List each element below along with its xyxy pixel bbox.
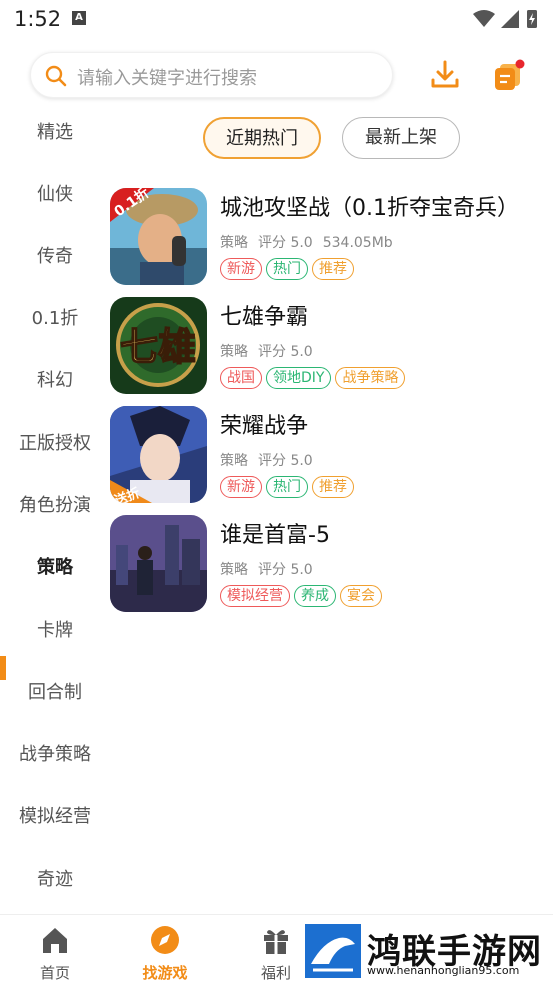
game-tag: 热门 (266, 476, 308, 498)
nav-find-games[interactable]: 找游戏 (110, 915, 220, 984)
game-tag: 宴会 (340, 585, 382, 607)
tab-recent-hot[interactable]: 近期热门 (203, 117, 321, 159)
watermark-url: www.henanhonglian95.com (367, 964, 520, 977)
game-icon: 0.1折 (110, 188, 207, 285)
compass-icon (151, 926, 179, 954)
game-tag: 推荐 (312, 476, 354, 498)
status-bar: 1:52 A (0, 0, 553, 38)
game-rating: 评分 5.0 (258, 235, 313, 251)
game-tag: 模拟经营 (220, 585, 290, 607)
game-tag: 推荐 (312, 258, 354, 280)
game-tag: 热门 (266, 258, 308, 280)
game-icon-badge: 七雄 (120, 324, 196, 369)
game-size: 534.05Mb (322, 235, 393, 251)
nav-find-games-label: 找游戏 (142, 964, 188, 982)
game-tags: 模拟经营 养成 宴会 (220, 585, 386, 607)
game-meta: 策略 评分 5.0 (220, 450, 323, 470)
game-tags: 新游 热门 推荐 (220, 476, 358, 498)
game-category: 策略 (220, 235, 248, 251)
sidebar-item-war-strategy[interactable]: 战争策略 (0, 724, 110, 786)
game-meta: 策略 评分 5.0 534.05Mb (220, 232, 403, 252)
sidebar-item-licensed[interactable]: 正版授权 (0, 413, 110, 475)
message-icon[interactable] (491, 58, 525, 94)
game-tag: 养成 (294, 585, 336, 607)
game-title: 谁是首富-5 (220, 523, 330, 548)
tab-new-release[interactable]: 最新上架 (342, 117, 460, 159)
game-rating: 评分 5.0 (258, 344, 313, 360)
download-icon[interactable] (428, 58, 462, 92)
sidebar-item-turn-based[interactable]: 回合制 (0, 662, 110, 724)
game-rating: 评分 5.0 (258, 562, 313, 578)
game-rating: 评分 5.0 (258, 453, 313, 469)
game-list-item[interactable]: 0.1折 城池攻坚战（0.1折夺宝奇兵） 策略 评分 5.0 534.05Mb 新游… (110, 188, 550, 288)
sidebar-item-jingxuan[interactable]: 精选 (0, 102, 110, 164)
game-tag: 领地DIY (266, 367, 332, 389)
sidebar-item-rpg[interactable]: 角色扮演 (0, 475, 110, 537)
game-title: 城池攻坚战（0.1折夺宝奇兵） (220, 196, 519, 221)
search-placeholder: 请输入关键字进行搜索 (77, 68, 257, 89)
sidebar-item-miracle[interactable]: 奇迹 (0, 849, 110, 911)
gift-icon (264, 930, 288, 954)
nav-home-label: 首页 (39, 964, 70, 982)
watermark-logo (305, 924, 361, 978)
game-category: 策略 (220, 562, 248, 578)
game-icon: 送折 (110, 406, 207, 503)
signal-battery-icon (473, 10, 537, 28)
game-icon: 七雄 (110, 297, 207, 394)
game-tags: 战国 领地DIY 战争策略 (220, 367, 409, 389)
notification-icon: A (72, 11, 86, 25)
game-list-item[interactable]: 七雄 七雄争霸 策略 评分 5.0 战国 领地DIY 战争策略 (110, 297, 550, 397)
sidebar-item-scifi[interactable]: 科幻 (0, 350, 110, 412)
sidebar-item-chuanqi[interactable]: 传奇 (0, 226, 110, 288)
sidebar-item-discount[interactable]: 0.1折 (0, 288, 110, 350)
status-time: 1:52 (14, 7, 62, 31)
game-title: 荣耀战争 (220, 414, 309, 439)
sidebar-item-simulation[interactable]: 模拟经营 (0, 786, 110, 848)
game-tag: 新游 (220, 476, 262, 498)
game-tag: 新游 (220, 258, 262, 280)
game-list-item[interactable]: 送折 荣耀战争 策略 评分 5.0 新游 热门 推荐 (110, 406, 550, 506)
search-input[interactable]: 请输入关键字进行搜索 (30, 52, 393, 98)
category-sidebar: 精选 仙侠 传奇 0.1折 科幻 正版授权 角色扮演 策略 卡牌 回合制 战争策… (0, 100, 110, 912)
sidebar-item-xianxia[interactable]: 仙侠 (0, 164, 110, 226)
game-meta: 策略 评分 5.0 (220, 341, 323, 361)
search-icon (45, 65, 67, 87)
nav-home[interactable]: 首页 (0, 915, 110, 984)
game-tags: 新游 热门 推荐 (220, 258, 358, 280)
game-tag: 战争策略 (335, 367, 406, 389)
sidebar-item-strategy[interactable]: 策略 (0, 537, 110, 599)
sidebar-item-card[interactable]: 卡牌 (0, 600, 110, 662)
game-list-item[interactable]: 谁是首富-5 策略 评分 5.0 模拟经营 养成 宴会 (110, 515, 550, 615)
game-title: 七雄争霸 (220, 305, 309, 330)
game-icon (110, 515, 207, 612)
game-tag: 战国 (220, 367, 262, 389)
game-category: 策略 (220, 453, 248, 469)
game-category: 策略 (220, 344, 248, 360)
home-icon (43, 928, 67, 953)
site-watermark: 鸿联手游网 www.henanhonglian95.com (305, 922, 553, 984)
game-meta: 策略 评分 5.0 (220, 559, 323, 579)
